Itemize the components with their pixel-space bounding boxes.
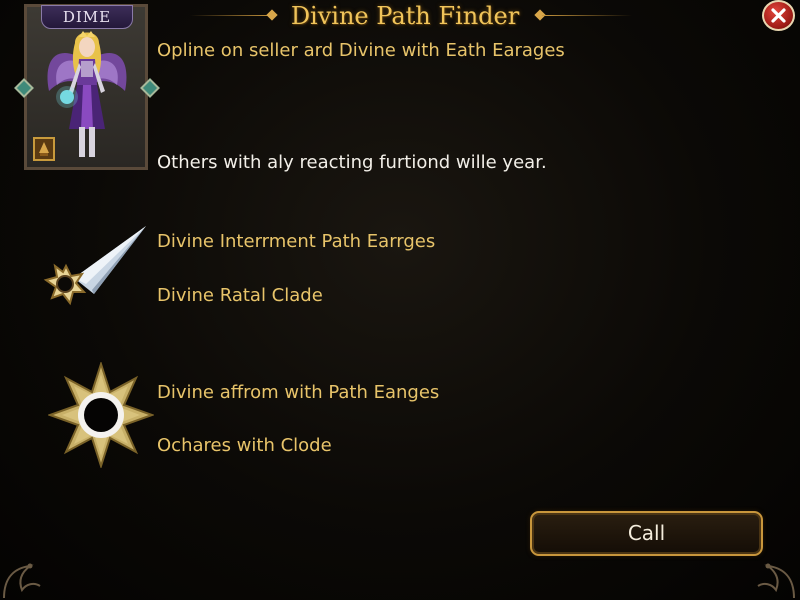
item1-detail: Divine Ratal Clade	[157, 285, 323, 306]
divine-path-finder-dialog: Divine Path Finder DIME Opline on seller…	[0, 0, 800, 600]
dialog-description: Others with aly reacting furtiond wille …	[157, 152, 547, 173]
item1-name: Divine Interrment Path Earrges	[157, 231, 436, 252]
star-ring-icon[interactable]	[48, 362, 154, 468]
close-icon	[771, 8, 786, 23]
call-button-label: Call	[627, 521, 666, 545]
corner-ornament-bottom-right-icon	[757, 563, 795, 599]
portrait-gem-right	[140, 78, 160, 98]
close-button[interactable]	[762, 0, 795, 31]
item2-name: Divine affrom with Path Eanges	[157, 382, 440, 403]
dialog-subtitle: Opline on seller ard Divine with Eath Ea…	[157, 40, 565, 61]
hero-portrait[interactable]: DIME	[14, 4, 160, 170]
dialog-title: Divine Path Finder	[290, 2, 520, 30]
call-button[interactable]: Call	[530, 511, 763, 556]
title-flourish-right	[542, 15, 632, 16]
item2-detail: Ochares with Clode	[157, 435, 332, 456]
portrait-label: DIME	[62, 8, 112, 26]
portrait-gem-left	[14, 78, 34, 98]
hero-class-badge-icon	[33, 137, 55, 161]
corner-ornament-bottom-left-icon	[3, 563, 41, 599]
title-bar: Divine Path Finder	[150, 0, 660, 34]
portrait-banner: DIME	[41, 5, 133, 29]
dagger-icon[interactable]	[34, 222, 150, 320]
